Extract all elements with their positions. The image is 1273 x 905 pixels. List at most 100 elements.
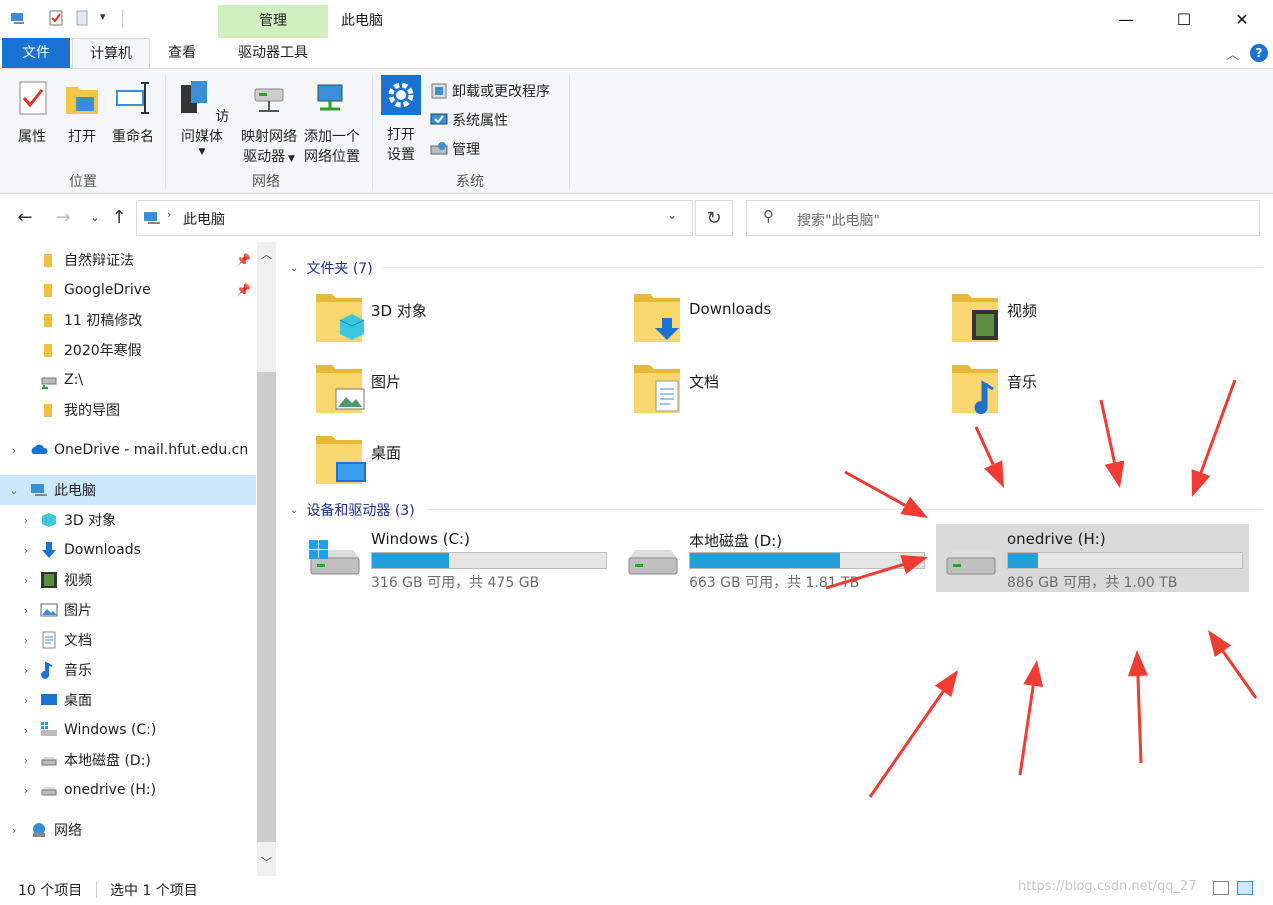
drive-item[interactable]: 本地磁盘 (D:) 663 GB 可用，共 1.81 TB [625, 526, 935, 592]
address-dropdown-icon[interactable]: ⌄ [667, 208, 677, 222]
breadcrumb[interactable]: 此电脑 [183, 209, 225, 229]
drive-name: onedrive (H:) [1007, 530, 1106, 548]
search-placeholder: 搜索"此电脑" [797, 213, 880, 229]
access-media-button[interactable]: 访问媒体 ▼ [170, 79, 234, 157]
quick-access-item[interactable]: 11 初稿修改 [0, 305, 256, 335]
scroll-thumb[interactable] [257, 372, 276, 842]
up-button[interactable]: ↑ [108, 206, 130, 228]
open-label: 打开 [68, 129, 96, 145]
map-drive-button[interactable]: 映射网络 驱动器 ▼ [238, 79, 300, 169]
nav-item-this-pc-child[interactable]: › Downloads [0, 535, 256, 565]
drive-item[interactable]: Windows (C:) 316 GB 可用，共 475 GB [307, 526, 617, 592]
uninstall-button[interactable]: 卸载或更改程序 [430, 81, 550, 101]
folder-item[interactable]: 文档 [632, 361, 932, 427]
folder-item[interactable]: 3D 对象 [314, 290, 614, 356]
collapse-chevron-icon[interactable]: › [20, 604, 32, 617]
nav-item-this-pc-child[interactable]: › 音乐 [0, 655, 256, 685]
folder-item[interactable]: 图片 [314, 361, 614, 427]
tab-view[interactable]: 查看 [156, 38, 208, 68]
nav-item-this-pc[interactable]: ⌄ 此电脑 [0, 475, 256, 505]
properties-button[interactable]: 属性 [10, 79, 54, 147]
folder-label: 3D 对象 [371, 302, 427, 320]
folder-item[interactable]: Downloads [632, 290, 932, 356]
computer-icon [30, 481, 48, 499]
folder-item[interactable]: 视频 [950, 290, 1250, 356]
system-properties-button[interactable]: 系统属性 [430, 110, 508, 130]
collapse-chevron-icon[interactable]: › [20, 784, 32, 797]
expand-chevron-icon[interactable]: ⌄ [8, 484, 20, 497]
nav-item-this-pc-child[interactable]: › 桌面 [0, 685, 256, 715]
refresh-button[interactable]: ↻ [695, 200, 733, 236]
folder-item[interactable]: 音乐 [950, 361, 1250, 427]
nav-item-label: 文档 [64, 633, 92, 649]
nav-item-this-pc-child[interactable]: › 视频 [0, 565, 256, 595]
maximize-button[interactable]: ☐ [1155, 0, 1213, 38]
quick-access-item[interactable]: Z:\ [0, 365, 256, 395]
rename-button[interactable]: 重命名 [108, 79, 158, 147]
drives-header-label: 设备和驱动器 (3) [306, 503, 415, 519]
breadcrumb-chevron-icon[interactable]: › [167, 208, 171, 221]
collapse-chevron-icon[interactable]: ⌄ [290, 263, 298, 274]
search-input[interactable]: ⚲ 搜索"此电脑" [746, 200, 1260, 236]
quick-access-item[interactable]: 2020年寒假 [0, 335, 256, 365]
chevron-down-icon: ▼ [198, 147, 206, 157]
pictures-icon [40, 601, 58, 619]
scroll-up-icon[interactable]: ︿ [261, 246, 272, 262]
nav-item-this-pc-child[interactable]: › 本地磁盘 (D:) [0, 745, 256, 775]
open-settings-button[interactable]: 打开 设置 [378, 75, 424, 165]
nav-item-this-pc-child[interactable]: › onedrive (H:) [0, 775, 256, 805]
tiles-view-icon[interactable] [1237, 881, 1253, 895]
nav-item-onedrive[interactable]: › OneDrive - mail.hfut.edu.cn [0, 435, 256, 465]
folder-item[interactable]: 桌面 [314, 432, 614, 498]
nav-item-this-pc-child[interactable]: › Windows (C:) [0, 715, 256, 745]
minimize-button[interactable]: — [1097, 0, 1155, 38]
collapse-chevron-icon[interactable]: › [20, 514, 32, 527]
tab-computer[interactable]: 计算机 [72, 38, 150, 68]
nav-item-this-pc-child[interactable]: › 文档 [0, 625, 256, 655]
nav-item-this-pc-child[interactable]: › 图片 [0, 595, 256, 625]
quick-access-item[interactable]: GoogleDrive 📌 [0, 275, 256, 305]
collapse-chevron-icon[interactable]: › [20, 724, 32, 737]
customize-qa-icon[interactable]: ▾ [100, 10, 106, 23]
folder-icon [40, 311, 58, 329]
collapse-chevron-icon[interactable]: › [20, 694, 32, 707]
back-button[interactable]: ← [14, 206, 36, 228]
computer-icon[interactable] [10, 10, 26, 26]
nav-item-label: Downloads [64, 542, 141, 558]
collapse-chevron-icon[interactable]: › [20, 754, 32, 767]
address-bar[interactable]: › 此电脑 ⌄ [136, 200, 693, 236]
quick-access-item[interactable]: 我的导图 [0, 395, 256, 425]
collapse-chevron-icon[interactable]: › [8, 824, 20, 837]
annotation-arrow-shaft [1018, 685, 1035, 776]
scroll-down-icon[interactable]: ﹀ [261, 854, 272, 870]
context-tab-label[interactable]: 管理 [218, 5, 328, 38]
help-icon[interactable]: ? [1250, 44, 1268, 62]
close-button[interactable]: ✕ [1213, 0, 1271, 38]
quick-access-item[interactable]: 自然辩证法 📌 [0, 245, 256, 275]
folders-section-header[interactable]: ⌄ 文件夹 (7) [290, 258, 373, 278]
details-view-icon[interactable] [1213, 881, 1229, 895]
manage-button[interactable]: 管理 [430, 139, 480, 159]
nav-scrollbar[interactable]: ︿ ﹀ [257, 242, 276, 876]
tab-drive-tools[interactable]: 驱动器工具 [218, 38, 328, 68]
collapse-chevron-icon[interactable]: › [8, 444, 20, 457]
add-network-location-button[interactable]: 添加一个 网络位置 [300, 79, 364, 167]
properties-icon[interactable] [48, 10, 64, 26]
drive-item[interactable]: onedrive (H:) 886 GB 可用，共 1.00 TB [943, 526, 1253, 592]
collapse-chevron-icon[interactable]: › [20, 544, 32, 557]
forward-button[interactable]: → [52, 206, 74, 228]
collapse-chevron-icon[interactable]: ⌄ [290, 505, 298, 516]
nav-item-this-pc-child[interactable]: › 3D 对象 [0, 505, 256, 535]
collapse-chevron-icon[interactable]: › [20, 634, 32, 647]
collapse-chevron-icon[interactable]: › [20, 574, 32, 587]
collapse-ribbon-icon[interactable]: ︿ [1226, 44, 1239, 63]
open-button[interactable]: 打开 [60, 79, 104, 147]
tab-file[interactable]: 文件 [2, 38, 70, 68]
nav-item-label: 视频 [64, 573, 92, 589]
drives-section-header[interactable]: ⌄ 设备和驱动器 (3) [290, 500, 415, 520]
nav-item-network[interactable]: › 网络 [0, 815, 256, 845]
collapse-chevron-icon[interactable]: › [20, 664, 32, 677]
ribbon: 属性 打开 重命名 位置 访问媒体 ▼ 映射网络 驱动器 ▼ 添加一个 网络位置… [0, 68, 1273, 194]
recent-locations-button[interactable]: ⌄ [84, 206, 106, 228]
new-folder-icon[interactable] [74, 10, 90, 26]
